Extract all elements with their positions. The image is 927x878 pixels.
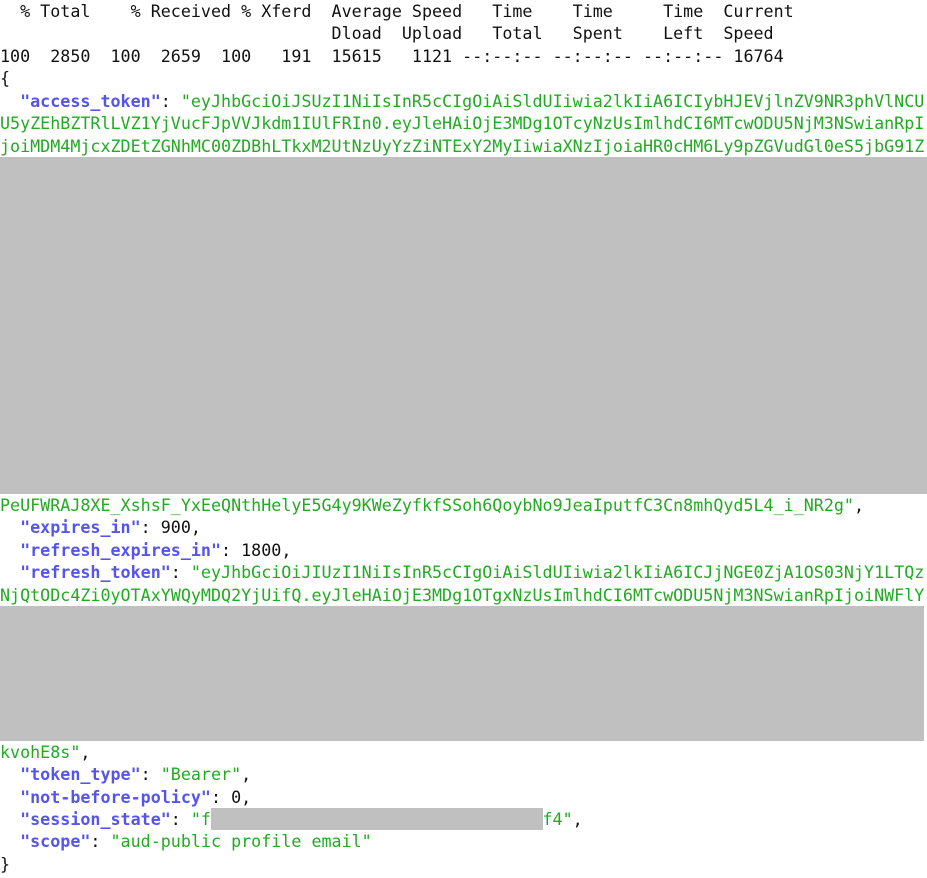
refresh-expires-in-line: "refresh_expires_in": 1800, <box>20 539 292 560</box>
token-type-value: "Bearer" <box>160 764 242 785</box>
session-state-value-start: "f <box>190 809 211 829</box>
scope-key: "scope" <box>20 831 91 852</box>
access-token-key: "access_token" <box>20 90 161 111</box>
refresh-token-value-1: "eyJhbGciOiJIUzI1NiIsInR5cCIgOiAiSldUIiw… <box>190 562 925 583</box>
refresh-expires-in-value: 1800 <box>241 539 282 560</box>
curl-stats-line: 100 2850 100 2659 100 191 15615 1121 --:… <box>0 45 784 66</box>
scope-line: "scope": "aud-public profile email" <box>20 831 372 852</box>
refresh-token-key: "refresh_token" <box>20 562 171 583</box>
json-open-brace: { <box>0 68 11 89</box>
refresh-token-end-line: kvohE8s", <box>0 741 91 762</box>
redacted-region-access-token <box>0 157 927 494</box>
curl-header-line-2: Dload Upload Total Spent Left Speed <box>0 23 774 44</box>
not-before-policy-key: "not-before-policy" <box>20 786 211 807</box>
access-token-value-3: joiMDM4MjcxZDEtZGNhMC00ZDBhLTkxM2UtNzUyY… <box>0 135 925 156</box>
redacted-region-refresh-token <box>0 606 924 741</box>
expires-in-line: "expires_in": 900, <box>20 517 201 538</box>
not-before-policy-line: "not-before-policy": 0, <box>20 786 252 807</box>
session-state-key: "session_state" <box>20 809 171 829</box>
session-state-value-end: f4" <box>542 809 573 829</box>
access-token-value-1: "eyJhbGciOiJSUzI1NiIsInR5cCIgOiAiSldUIiw… <box>180 90 925 111</box>
refresh-token-line: "refresh_token": "eyJhbGciOiJIUzI1NiIsIn… <box>20 562 925 583</box>
json-close-brace: } <box>0 853 11 874</box>
refresh-token-value-2: NjQtODc4Zi0yOTAxYWQyMDQ2YjUifQ.eyJleHAiO… <box>0 584 925 605</box>
access-token-value-2: U5yZEhBZTRlLVZ1YjVucFJpVVJkdm1IUlFRIn0.e… <box>0 113 925 134</box>
terminal-output: % Total % Received % Xferd Average Speed… <box>0 0 927 875</box>
expires-in-value: 900 <box>160 517 191 538</box>
curl-header-line-1: % Total % Received % Xferd Average Speed… <box>0 1 794 21</box>
redacted-session-state <box>210 808 543 831</box>
scope-value: "aud-public profile email" <box>110 831 372 852</box>
refresh-expires-in-key: "refresh_expires_in" <box>20 539 222 560</box>
token-type-key: "token_type" <box>20 764 141 785</box>
access-token-line: "access_token": "eyJhbGciOiJSUzI1NiIsInR… <box>20 90 925 111</box>
not-before-policy-value: 0 <box>231 786 242 807</box>
access-token-end-line: PeUFWRAJ8XE_XshsF_YxEeQNthHelyE5G4y9KWeZ… <box>0 494 865 515</box>
session-state-line: "session_state": "f f4", <box>20 808 583 831</box>
token-type-line: "token_type": "Bearer", <box>20 764 252 785</box>
access-token-value-4: PeUFWRAJ8XE_XshsF_YxEeQNthHelyE5G4y9KWeZ… <box>0 494 854 515</box>
refresh-token-value-3: kvohE8s" <box>0 741 81 762</box>
expires-in-key: "expires_in" <box>20 517 141 538</box>
